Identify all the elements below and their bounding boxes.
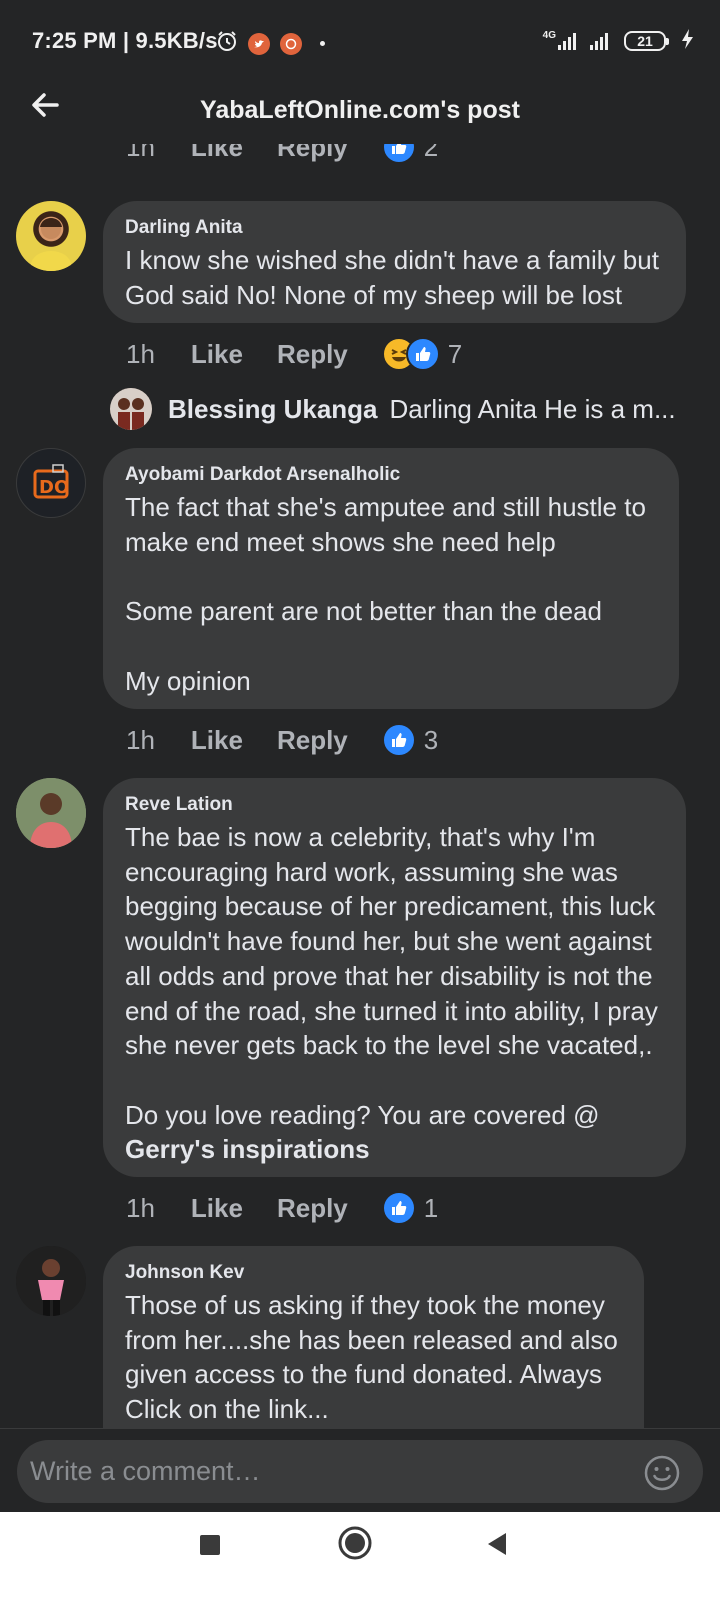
reply-snippet: Darling Anita He is a m...	[389, 393, 676, 424]
charging-icon	[680, 28, 696, 53]
avatar[interactable]: DO	[16, 448, 86, 518]
avatar[interactable]	[16, 778, 86, 848]
comment-input-placeholder: Write a comment…	[30, 1456, 261, 1486]
reply-button[interactable]: Reply	[277, 144, 348, 163]
like-reaction-icon	[381, 723, 416, 757]
network-type-label: 4G	[542, 30, 556, 41]
signal-icon-2	[590, 32, 608, 50]
like-button[interactable]: Like	[191, 339, 243, 370]
reaction-count: 7	[447, 338, 463, 369]
battery-level: 21	[637, 32, 653, 49]
comment-bubble[interactable]: Johnson Kev Those of us asking if they t…	[103, 1246, 644, 1428]
like-button[interactable]: Like	[191, 725, 243, 756]
reply-avatar	[110, 388, 152, 430]
status-notification-icons	[216, 30, 325, 57]
status-right-icons: 4G 21	[543, 28, 696, 53]
twitter-notification-icon	[248, 32, 270, 55]
comment-actions: 1h Like Reply 7	[126, 337, 462, 371]
comment-time: 1h	[126, 724, 155, 755]
comment-author[interactable]: Ayobami Darkdot Arsenalholic	[125, 462, 657, 488]
like-button[interactable]: Like	[191, 1193, 243, 1224]
comment-clip: Johnson Kev Those of us asking if they t…	[0, 1240, 720, 1428]
comment-actions: 1h Like Reply 3	[126, 723, 438, 757]
status-time: 7:25 PM | 9.5KB/s	[32, 28, 218, 53]
partial-action-row-clip: 1h Like Reply 2	[0, 144, 720, 180]
back-nav-icon[interactable]	[484, 1531, 510, 1562]
emoji-icon[interactable]	[644, 1455, 680, 1496]
reaction-count: 2	[423, 144, 439, 162]
reply-button[interactable]: Reply	[277, 1193, 348, 1224]
comment-time: 1h	[126, 1192, 155, 1223]
comment-actions: 1h Like Reply 1	[126, 1191, 438, 1225]
avatar[interactable]	[16, 201, 86, 271]
comment-text: The fact that she's amputee and still hu…	[125, 492, 646, 696]
recents-icon[interactable]	[199, 1534, 221, 1561]
comment-author[interactable]: Reve Lation	[125, 792, 664, 818]
reaction-count: 3	[423, 724, 439, 755]
home-icon[interactable]	[337, 1525, 373, 1566]
comment-bubble[interactable]: Reve Lation The bae is now a celebrity, …	[103, 778, 686, 1177]
reply-preview[interactable]: Blessing Ukanga Darling Anita He is a m.…	[110, 388, 676, 430]
reply-author: Blessing Ukanga	[168, 393, 378, 424]
page-title: YabaLeftOnline.com's post	[200, 96, 520, 124]
like-reaction-icon	[381, 1191, 416, 1225]
more-notifications-icon	[320, 41, 325, 46]
comment-text: Those of us asking if they took the mone…	[125, 1290, 618, 1425]
comment-text: The bae is now a celebrity, that's why I…	[125, 822, 658, 1130]
like-reaction-icon	[405, 337, 440, 371]
comment-author[interactable]: Darling Anita	[125, 215, 664, 241]
comment-actions: 1h Like Reply 2	[126, 144, 438, 164]
comment-time: 1h	[126, 144, 155, 162]
page-link[interactable]: Gerry's inspirations	[125, 1132, 664, 1167]
alarm-icon	[216, 30, 238, 57]
reaction-count: 1	[423, 1192, 439, 1223]
comment-bubble[interactable]: Darling Anita I know she wished she didn…	[103, 201, 686, 323]
signal-icon-1	[558, 32, 576, 50]
comment-time: 1h	[126, 338, 155, 369]
battery-icon: 21	[624, 30, 669, 51]
comment-bubble[interactable]: Ayobami Darkdot Arsenalholic The fact th…	[103, 448, 679, 709]
reply-button[interactable]: Reply	[277, 725, 348, 756]
like-button[interactable]: Like	[191, 144, 243, 163]
comment-author[interactable]: Johnson Kev	[125, 1260, 622, 1286]
svg-text:DO: DO	[39, 477, 69, 498]
like-reaction-icon	[381, 144, 416, 164]
whatsapp-notification-icon	[280, 32, 302, 55]
reply-button[interactable]: Reply	[277, 339, 348, 370]
comment-text: I know she wished she didn't have a fami…	[125, 245, 659, 310]
